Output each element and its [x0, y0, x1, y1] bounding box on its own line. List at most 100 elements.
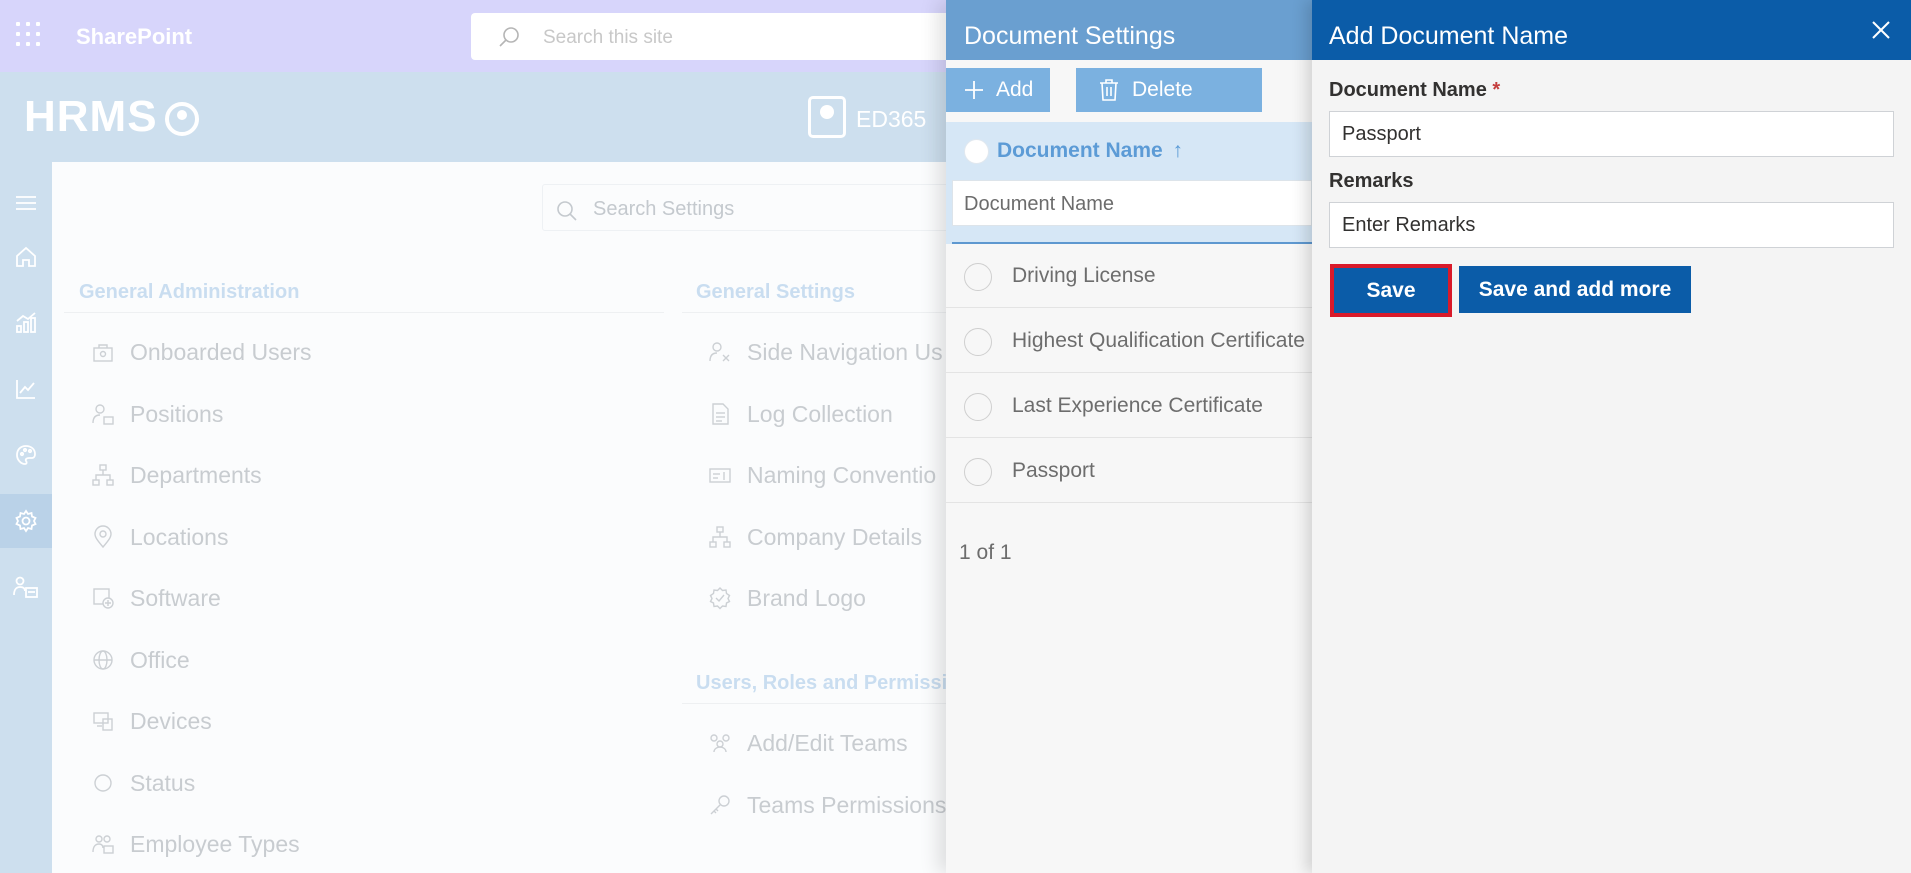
status-circle-icon: [90, 770, 116, 796]
site-search-box[interactable]: Search this site: [471, 13, 951, 60]
settings-item-add-edit-teams[interactable]: Add/Edit Teams: [707, 723, 908, 763]
org-chart-icon: [90, 462, 116, 488]
home-icon[interactable]: [0, 230, 52, 284]
document-name-filter-input[interactable]: Document Name: [952, 180, 1312, 226]
settings-item-label: Naming Conventio: [747, 461, 937, 488]
search-icon: [557, 201, 577, 221]
devices-icon: [90, 708, 116, 734]
analytics-icon[interactable]: [0, 296, 52, 350]
settings-item-label: Side Navigation Us: [747, 338, 943, 365]
save-button[interactable]: Save: [1330, 264, 1452, 317]
hrms-logo[interactable]: HRMS: [24, 92, 158, 142]
add-document-panel: Add Document Name Document Name * Remark…: [1312, 0, 1911, 873]
document-settings-header: Document Settings: [946, 0, 1312, 60]
onboard-icon: [90, 339, 116, 365]
document-name-cell: Highest Qualification Certificate: [1012, 329, 1305, 352]
add-button-label: Add: [996, 78, 1034, 101]
table-row[interactable]: Last Experience Certificate: [946, 374, 1312, 438]
settings-item-label: Locations: [130, 523, 229, 550]
general-administration-heading: General Administration: [79, 281, 300, 303]
document-name-cell: Driving License: [1012, 264, 1156, 287]
settings-item-label: Log Collection: [747, 400, 893, 427]
menu-icon[interactable]: [0, 176, 52, 230]
trash-icon: [1100, 79, 1118, 101]
save-and-add-more-button[interactable]: Save and add more: [1459, 266, 1691, 313]
settings-item-label: Brand Logo: [747, 584, 866, 611]
hrms-logo-icon: [165, 102, 199, 136]
trend-icon[interactable]: [0, 362, 52, 416]
settings-item-office[interactable]: Office: [90, 640, 190, 680]
sort-ascending-icon: ↑: [1172, 139, 1184, 162]
naming-icon: [707, 462, 733, 488]
table-row[interactable]: Highest Qualification Certificate: [946, 309, 1312, 373]
log-document-icon: [707, 401, 733, 427]
left-nav-rail: [0, 162, 52, 873]
settings-item-locations[interactable]: Locations: [90, 517, 228, 557]
settings-item-side-navigation[interactable]: Side Navigation Us: [707, 332, 943, 372]
column-header-label: Document Name: [997, 139, 1163, 162]
document-name-label: Document Name *: [1329, 79, 1500, 102]
settings-item-teams-permissions[interactable]: Teams Permissions: [707, 785, 946, 825]
sharepoint-title[interactable]: SharePoint: [76, 24, 192, 50]
settings-item-onboarded-users[interactable]: Onboarded Users: [90, 332, 312, 372]
teams-icon: [707, 730, 733, 756]
settings-item-label: Employee Types: [130, 830, 300, 857]
location-pin-icon: [90, 524, 116, 550]
required-marker: *: [1492, 79, 1501, 101]
add-document-title: Add Document Name: [1329, 22, 1569, 50]
app-launcher-icon[interactable]: [16, 22, 40, 46]
settings-search-placeholder: Search Settings: [593, 198, 735, 220]
employee-group-icon: [90, 831, 116, 857]
row-checkbox[interactable]: [964, 328, 992, 356]
table-row[interactable]: Driving License: [946, 244, 1312, 308]
document-name-field[interactable]: [1329, 111, 1894, 157]
row-checkbox[interactable]: [964, 393, 992, 421]
org-badge-icon: [808, 96, 846, 138]
settings-item-status[interactable]: Status: [90, 763, 195, 803]
add-document-header: Add Document Name: [1312, 0, 1911, 60]
settings-item-brand-logo[interactable]: Brand Logo: [707, 578, 866, 618]
table-row[interactable]: Passport: [946, 439, 1312, 503]
settings-icon[interactable]: [0, 494, 52, 548]
org-chart-icon: [707, 524, 733, 550]
document-name-cell: Passport: [1012, 459, 1095, 482]
delete-button-label: Delete: [1132, 78, 1193, 101]
settings-item-label: Onboarded Users: [130, 338, 312, 365]
general-settings-heading: General Settings: [696, 281, 855, 303]
settings-item-naming-convention[interactable]: Naming Conventio: [707, 455, 936, 495]
site-search-placeholder: Search this site: [543, 27, 673, 48]
row-checkbox[interactable]: [964, 263, 992, 291]
document-grid-header: Document Name ↑: [946, 122, 1312, 180]
document-name-column-header[interactable]: Document Name ↑: [997, 139, 1183, 163]
position-icon: [90, 401, 116, 427]
select-all-checkbox[interactable]: [964, 139, 989, 164]
document-settings-panel: Document Settings Add Delete i Document …: [946, 0, 1374, 873]
document-name-label-text: Document Name: [1329, 79, 1487, 101]
settings-item-label: Teams Permissions: [747, 791, 947, 818]
software-icon: [90, 585, 116, 611]
settings-item-software[interactable]: Software: [90, 578, 221, 618]
org-label[interactable]: ED365: [856, 106, 926, 133]
add-button[interactable]: Add: [946, 68, 1050, 112]
settings-item-employee-types[interactable]: Employee Types: [90, 824, 300, 864]
document-settings-title: Document Settings: [964, 22, 1176, 50]
section-divider: [64, 312, 664, 313]
row-checkbox[interactable]: [964, 458, 992, 486]
badge-check-icon: [707, 585, 733, 611]
settings-item-positions[interactable]: Positions: [90, 394, 223, 434]
settings-item-devices[interactable]: Devices: [90, 701, 212, 741]
pagination-status: 1 of 1: [959, 541, 1012, 564]
people-icon[interactable]: [0, 560, 52, 614]
settings-item-company-details[interactable]: Company Details: [707, 517, 922, 557]
remarks-field[interactable]: [1329, 202, 1894, 248]
delete-button[interactable]: Delete i: [1076, 68, 1374, 112]
settings-item-label: Departments: [130, 461, 262, 488]
settings-item-log-collection[interactable]: Log Collection: [707, 394, 893, 434]
close-icon[interactable]: [1867, 16, 1895, 44]
plus-icon: [965, 81, 983, 99]
remarks-label: Remarks: [1329, 170, 1414, 192]
document-filter-row: Document Name: [946, 180, 1312, 244]
palette-icon[interactable]: [0, 428, 52, 482]
settings-item-departments[interactable]: Departments: [90, 455, 262, 495]
section-divider: [682, 703, 952, 704]
